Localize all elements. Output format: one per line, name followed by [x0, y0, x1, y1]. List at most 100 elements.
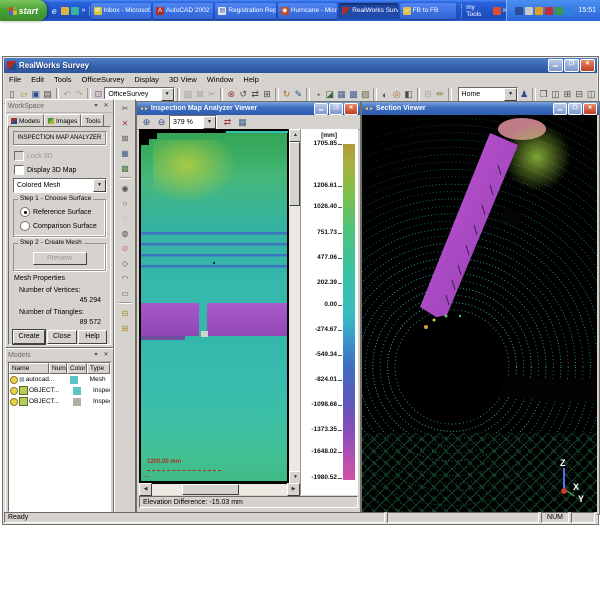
zoom-level-combo[interactable]: 379 % ▼: [169, 115, 217, 130]
layout-icon[interactable]: ⊟: [422, 88, 434, 102]
tile-windows-icon[interactable]: ◫: [550, 88, 562, 102]
tray-icon[interactable]: [515, 7, 523, 15]
table-row[interactable]: ▦ autocad... Mesh: [9, 374, 110, 385]
lock-icon[interactable]: ⊟: [118, 306, 133, 320]
ie-icon[interactable]: e: [52, 6, 57, 16]
quicklaunch-icon[interactable]: [61, 7, 69, 15]
pin-icon[interactable]: ▾: [91, 102, 101, 111]
table-row[interactable]: OBJECT... Inspection: [9, 385, 110, 396]
reference-surface-radio[interactable]: Reference Surface: [20, 207, 105, 217]
circle-tool-icon[interactable]: ○: [118, 196, 133, 210]
section-viewer-titlebar[interactable]: ◄► Section Viewer ▁ ❐ ✕: [362, 102, 599, 115]
close-button[interactable]: ✕: [580, 59, 595, 72]
eye-icon[interactable]: ◉: [118, 181, 133, 195]
restore-windows-icon[interactable]: ⊞: [561, 88, 573, 102]
grid-icon[interactable]: ▩: [348, 88, 360, 102]
close-button[interactable]: ✕: [344, 103, 358, 115]
mesh-type-combo[interactable]: Colored Mesh ▼: [13, 178, 107, 193]
preview-button[interactable]: Preview: [33, 252, 87, 265]
quicklaunch-icon[interactable]: [71, 7, 79, 15]
tray-icon[interactable]: [565, 7, 573, 15]
inspection-map-canvas[interactable]: 1200.00 mm →: [139, 129, 289, 484]
column-color[interactable]: Color: [67, 363, 87, 374]
chart-icon[interactable]: ◪: [324, 88, 336, 102]
clock-icon[interactable]: ◔: [312, 88, 324, 102]
plane-tool-icon[interactable]: ▭: [118, 286, 133, 300]
mesh-icon[interactable]: ▦: [336, 88, 348, 102]
tray-icon[interactable]: [555, 7, 563, 15]
menu-edit[interactable]: Edit: [26, 74, 49, 85]
shade-tool-icon[interactable]: ◍: [118, 226, 133, 240]
texture-tool-icon[interactable]: ▩: [118, 161, 133, 175]
map-vertical-scrollbar[interactable]: ▲ ▼: [289, 129, 300, 484]
fence-select-icon[interactable]: ⊠: [194, 88, 206, 102]
visibility-bulb-icon[interactable]: [10, 398, 18, 406]
annotate-icon[interactable]: ✏: [434, 88, 446, 102]
zoom-in-icon[interactable]: ⊕: [139, 115, 154, 129]
selection-icon[interactable]: ▧: [182, 88, 194, 102]
maximize-button[interactable]: ❐: [329, 103, 343, 115]
chevron-more-icon[interactable]: »: [82, 7, 86, 14]
chevron-down-icon[interactable]: ▼: [504, 88, 517, 101]
refresh-icon[interactable]: ↻: [281, 88, 293, 102]
menu-help[interactable]: Help: [238, 74, 263, 85]
cut-section-icon[interactable]: ✂: [118, 101, 133, 115]
taskbar-button-hurricane[interactable]: ◉ Hurricane - Micro...: [278, 3, 337, 19]
checkbox-icon[interactable]: [14, 165, 24, 175]
section-3d-canvas[interactable]: Z X Y: [362, 115, 597, 512]
segment-icon[interactable]: ⊠: [118, 131, 133, 145]
flip-icon[interactable]: ◧: [403, 88, 415, 102]
menu-3dview[interactable]: 3D View: [164, 74, 202, 85]
rotate-icon[interactable]: ↺: [237, 88, 249, 102]
minimize-button[interactable]: ▁: [314, 103, 328, 115]
chevron-down-icon[interactable]: ▼: [161, 88, 174, 101]
zoom-out-icon[interactable]: ⊖: [154, 115, 169, 129]
table-row[interactable]: OBJECT... Inspection: [9, 396, 110, 407]
no-clip-icon[interactable]: ⊘: [118, 241, 133, 255]
image-icon[interactable]: ▨: [359, 88, 371, 102]
maximize-button[interactable]: ❐: [564, 59, 579, 72]
taskbar-button-autocad[interactable]: A AutoCAD 2002: [153, 3, 213, 19]
scrollbar-thumb[interactable]: [182, 484, 239, 495]
menu-tools[interactable]: Tools: [49, 74, 77, 85]
create-button[interactable]: Create: [13, 330, 45, 344]
target-icon[interactable]: ◎: [391, 88, 403, 102]
home-view-combo[interactable]: Home ▼: [458, 87, 519, 102]
grid-toggle-icon[interactable]: ▦: [235, 115, 250, 129]
scroll-left-icon[interactable]: ◀: [139, 483, 152, 496]
workspace-panel-titlebar[interactable]: WorkSpace ▾ ✕: [6, 100, 113, 113]
radio-icon[interactable]: [20, 221, 30, 231]
column-num[interactable]: Num...: [49, 363, 67, 374]
taskbar-button-inbox[interactable]: ✉ Inbox - Microsof...: [91, 3, 151, 19]
close-button[interactable]: ✕: [583, 103, 597, 115]
close-icon[interactable]: ✕: [101, 102, 111, 111]
cascade-windows-icon[interactable]: ❐: [538, 88, 550, 102]
tray-icon[interactable]: [545, 7, 553, 15]
minimize-button[interactable]: ▁: [548, 59, 563, 72]
visibility-bulb-icon[interactable]: [10, 376, 18, 384]
taskbar-button-fbtofb[interactable]: ▱ FB to FB: [400, 3, 457, 19]
split-horizontal-icon[interactable]: ⊟: [573, 88, 585, 102]
cut-icon[interactable]: ✂: [206, 88, 218, 102]
models-panel-titlebar[interactable]: Models ▾ ✕: [6, 349, 113, 362]
pan-icon[interactable]: ⇄: [249, 88, 261, 102]
menu-file[interactable]: File: [4, 74, 26, 85]
app-titlebar[interactable]: RealWorks Survey ▁ ❐ ✕: [4, 58, 597, 73]
tray-icon[interactable]: [525, 7, 533, 15]
mesh-tool-icon[interactable]: ▦: [118, 146, 133, 160]
minimize-button[interactable]: ▁: [553, 103, 567, 115]
column-name[interactable]: Name: [9, 363, 49, 374]
map-horizontal-scrollbar[interactable]: ◀ ▶: [139, 484, 300, 495]
close-button[interactable]: Close: [47, 330, 77, 344]
person-icon[interactable]: ♟: [518, 88, 530, 102]
menu-display[interactable]: Display: [129, 74, 164, 85]
point-tool-icon[interactable]: ◌: [118, 211, 133, 225]
pin-icon[interactable]: ▾: [91, 351, 101, 360]
split-vertical-icon[interactable]: ◫: [585, 88, 597, 102]
maximize-button[interactable]: ❐: [568, 103, 582, 115]
start-button[interactable]: start: [0, 0, 47, 21]
help-button[interactable]: Help: [78, 330, 107, 344]
comparison-surface-radio[interactable]: Comparison Surface: [20, 221, 105, 231]
scrollbar-thumb[interactable]: [289, 142, 300, 206]
clock[interactable]: 15:51: [578, 7, 596, 14]
